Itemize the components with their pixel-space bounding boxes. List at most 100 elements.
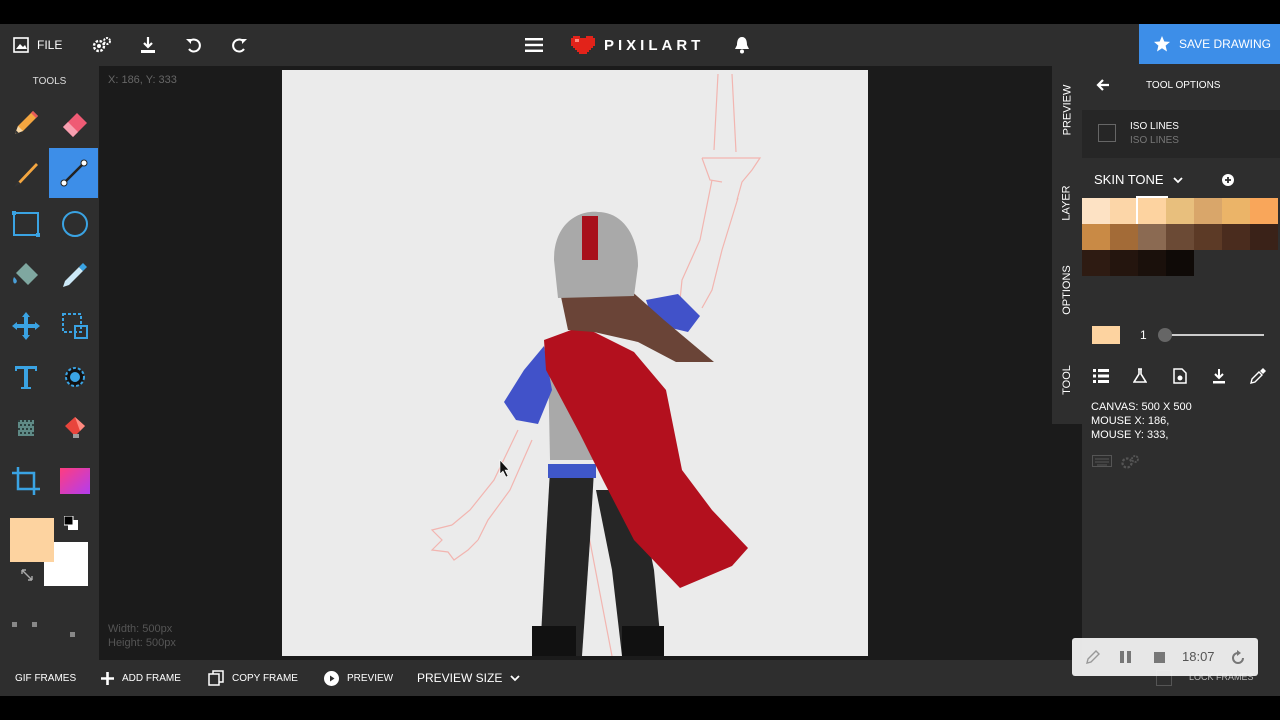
download-layer-button[interactable] xyxy=(1207,364,1231,388)
recording-time: 18:07 xyxy=(1182,649,1215,664)
palette-swatch[interactable] xyxy=(1194,198,1222,224)
panel-header: TOOL OPTIONS xyxy=(1082,66,1280,106)
gradient-icon xyxy=(59,468,90,494)
palette-swatch[interactable] xyxy=(1110,224,1138,250)
chevron-down-icon xyxy=(510,675,520,682)
settings-button[interactable] xyxy=(92,24,112,66)
move-tool[interactable] xyxy=(1,301,50,351)
palette-swatch[interactable] xyxy=(1136,196,1168,226)
download-icon xyxy=(141,37,155,53)
palette-swatch[interactable] xyxy=(1138,224,1166,250)
layers-button[interactable] xyxy=(1089,364,1113,388)
primary-color-swatch[interactable] xyxy=(10,518,54,562)
iso-lines-sublabel: ISO LINES xyxy=(1130,135,1179,146)
canvas-area: X: 186, Y: 333 Width: 500px Height: 500p… xyxy=(99,66,1052,660)
palette-swatch[interactable] xyxy=(1166,224,1194,250)
file-menu-button[interactable]: FILE xyxy=(13,24,62,66)
eyedropper-tool[interactable] xyxy=(50,250,99,300)
canvas-dimensions: Width: 500px Height: 500px xyxy=(108,622,176,650)
text-tool[interactable] xyxy=(1,352,50,402)
eyedropper-icon xyxy=(62,263,87,287)
canvas-size-text: CANVAS: 500 X 500 xyxy=(1091,401,1192,413)
tab-options[interactable]: OPTIONS xyxy=(1052,250,1082,330)
crop-tool[interactable] xyxy=(1,456,50,506)
circle-icon xyxy=(61,211,88,237)
side-tabs: PREVIEW LAYER OPTIONS TOOL xyxy=(1052,66,1082,424)
current-color-chip[interactable] xyxy=(1092,326,1120,344)
palette-select[interactable]: SKIN TONE xyxy=(1094,172,1183,187)
main-menu-button[interactable] xyxy=(525,24,543,66)
gradient-tool[interactable] xyxy=(50,456,99,506)
stop-icon[interactable] xyxy=(1154,650,1166,664)
add-frame-button[interactable]: ADD FRAME xyxy=(101,660,181,696)
eraser-tool[interactable] xyxy=(50,98,99,148)
palette-swatch[interactable] xyxy=(1250,224,1278,250)
dither-tool[interactable] xyxy=(1,403,50,453)
file-export-button[interactable] xyxy=(1168,364,1192,388)
keyboard-icon[interactable] xyxy=(1092,454,1112,468)
selection-icon xyxy=(61,313,88,339)
notifications-button[interactable] xyxy=(733,24,751,66)
gif-frames-label: GIF FRAMES xyxy=(15,672,77,684)
add-palette-button[interactable] xyxy=(1222,173,1234,191)
tab-preview[interactable]: PREVIEW xyxy=(1052,70,1082,150)
palette-swatch[interactable] xyxy=(1222,198,1250,224)
circle-tool[interactable] xyxy=(50,199,99,249)
palette-swatch[interactable] xyxy=(1082,224,1110,250)
swap-colors-button[interactable] xyxy=(20,568,34,587)
pen-icon[interactable] xyxy=(1086,650,1100,664)
brush-size-slider[interactable] xyxy=(1168,334,1264,336)
save-drawing-button[interactable]: SAVE DRAWING xyxy=(1139,24,1280,64)
mouse-x-text: MOUSE X: 186, xyxy=(1091,415,1170,427)
palette-swatch[interactable] xyxy=(1110,250,1138,276)
pause-icon[interactable] xyxy=(1120,650,1132,664)
tab-layer[interactable]: LAYER xyxy=(1052,163,1082,243)
palette-swatch[interactable] xyxy=(1250,198,1278,224)
palette-swatch[interactable] xyxy=(1110,198,1138,224)
iso-lines-checkbox[interactable] xyxy=(1098,124,1116,142)
add-frame-label: ADD FRAME xyxy=(122,672,181,684)
iso-lines-option[interactable]: ISO LINES ISO LINES xyxy=(1082,110,1280,158)
pencil-tool[interactable] xyxy=(1,98,50,148)
brush-size-slider-knob[interactable] xyxy=(1158,328,1172,342)
swap-defaults-button[interactable] xyxy=(63,515,78,535)
tab-tool[interactable]: TOOL xyxy=(1052,340,1082,420)
palette-swatch[interactable] xyxy=(1082,250,1110,276)
effects-button[interactable] xyxy=(1128,364,1152,388)
gears-icon[interactable] xyxy=(1120,454,1140,470)
line-tool[interactable] xyxy=(49,148,98,198)
download-button[interactable] xyxy=(139,24,157,66)
pixilart-logo[interactable]: PIXILART xyxy=(570,24,704,66)
undo-button[interactable] xyxy=(185,24,203,66)
list-icon xyxy=(1093,369,1109,383)
fill-bucket-tool[interactable] xyxy=(1,250,50,300)
bucket-alt-tool[interactable] xyxy=(50,403,99,453)
line-icon xyxy=(60,159,87,187)
palette-swatch[interactable] xyxy=(1194,224,1222,250)
palette-swatch[interactable] xyxy=(1082,198,1110,224)
select-tool[interactable] xyxy=(50,301,99,351)
rectangle-tool[interactable] xyxy=(1,199,50,249)
preview-size-dropdown[interactable]: PREVIEW SIZE xyxy=(417,660,520,696)
palette-swatch[interactable] xyxy=(1166,250,1194,276)
copy-frame-button[interactable]: COPY FRAME xyxy=(208,660,298,696)
color-picker-button[interactable] xyxy=(1246,364,1270,388)
back-button[interactable] xyxy=(1096,78,1110,97)
palette-swatch[interactable] xyxy=(1222,224,1250,250)
preview-button[interactable]: PREVIEW xyxy=(324,660,393,696)
drawing-canvas[interactable] xyxy=(282,70,868,657)
artwork-illustration xyxy=(430,73,762,657)
brush-tool[interactable] xyxy=(1,149,50,199)
flask-icon xyxy=(1133,368,1147,383)
redo-button[interactable] xyxy=(230,24,248,66)
eyedropper-icon xyxy=(1250,368,1266,384)
restart-icon[interactable] xyxy=(1230,650,1246,666)
tab-preview-label: PREVIEW xyxy=(1061,84,1074,136)
gif-frames-toggle[interactable]: GIF FRAMES xyxy=(15,660,76,696)
palette-swatch[interactable] xyxy=(1166,198,1194,224)
canvas-info: CANVAS: 500 X 500 MOUSE X: 186, MOUSE Y:… xyxy=(1091,400,1192,442)
lighten-tool[interactable] xyxy=(50,352,99,402)
chevron-down-icon xyxy=(1173,177,1183,184)
palette-swatch[interactable] xyxy=(1138,250,1166,276)
star-icon xyxy=(1154,36,1170,52)
